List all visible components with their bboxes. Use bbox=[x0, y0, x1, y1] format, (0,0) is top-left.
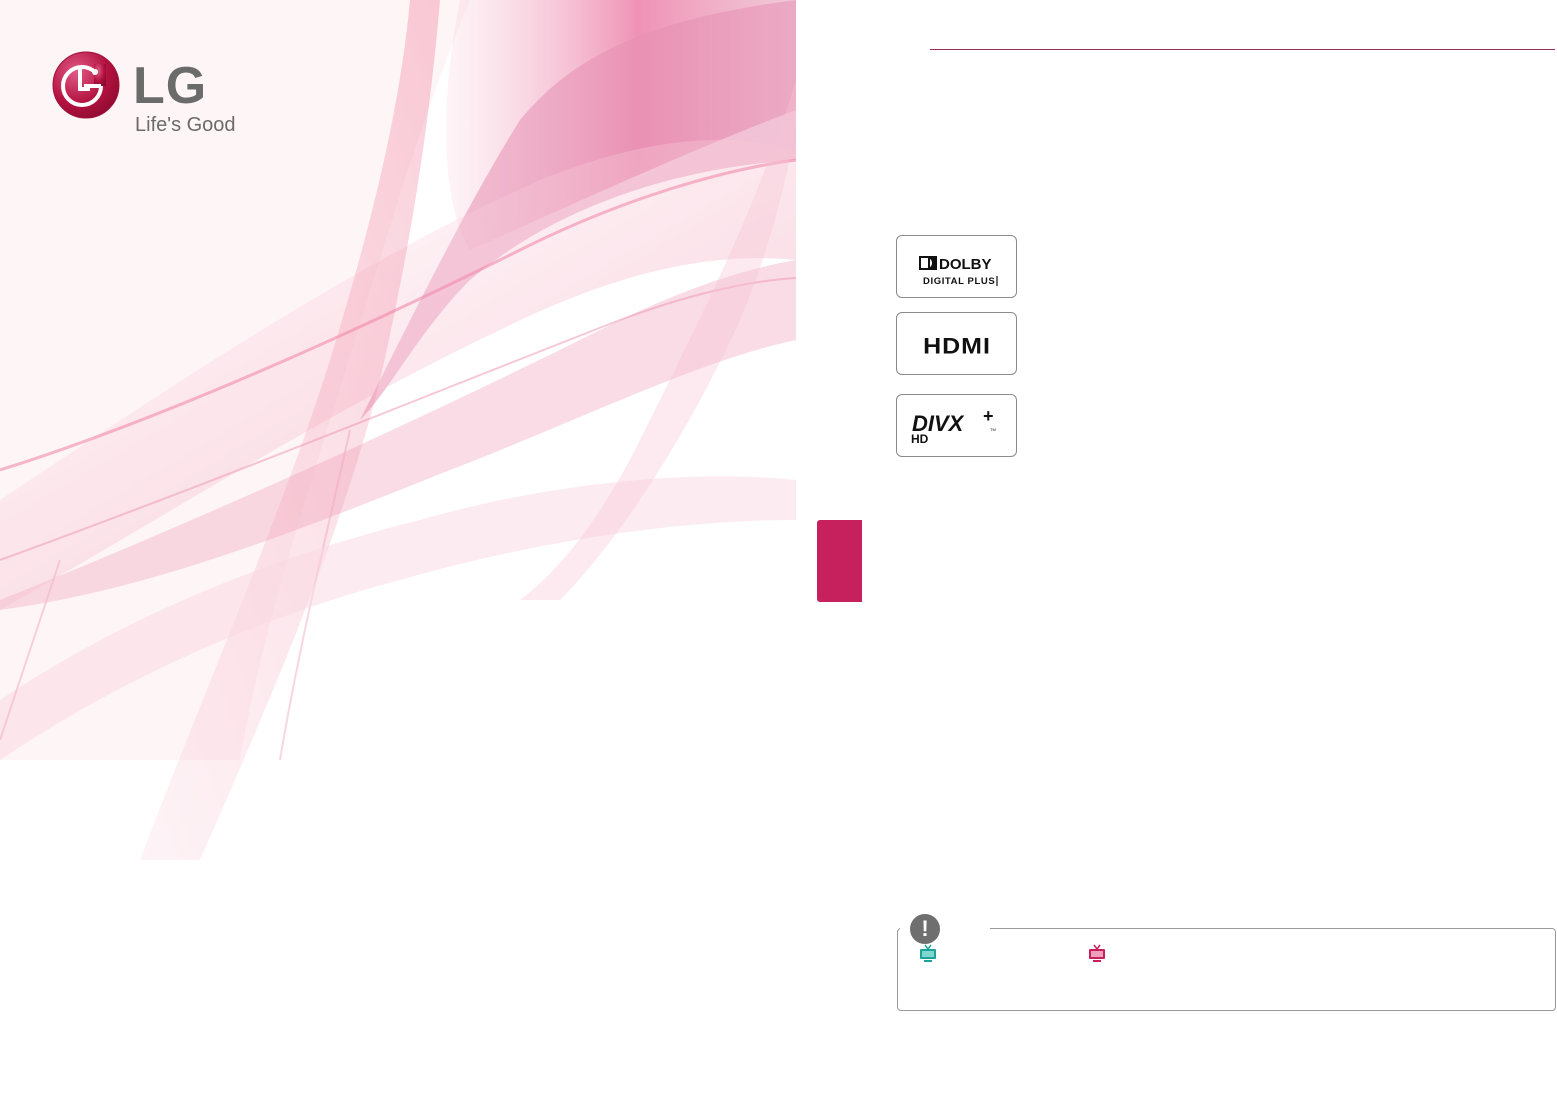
lg-wordmark: LG bbox=[133, 57, 208, 115]
svg-text:TM: TM bbox=[990, 427, 996, 432]
tv-pink-icon bbox=[1089, 944, 1105, 962]
lg-face-icon bbox=[52, 51, 120, 119]
divx-plus-hd-badge: DIVX + HD TM bbox=[896, 394, 1017, 457]
lg-logo: LG Life's Good bbox=[51, 50, 251, 140]
header-rule bbox=[930, 49, 1555, 50]
dolby-digital-plus-badge: DOLBY DIGITAL PLUS bbox=[896, 235, 1017, 298]
dolby-sub-text: DIGITAL PLUS bbox=[923, 276, 995, 287]
dolby-text: DOLBY bbox=[939, 256, 992, 273]
divx-logo-icon: DIVX + HD TM bbox=[911, 406, 996, 446]
pink-wave-background bbox=[0, 0, 796, 860]
cover-artwork: LG Life's Good bbox=[0, 0, 796, 1101]
hdmi-logo-icon: HDMI bbox=[923, 334, 991, 360]
lg-tagline: Life's Good bbox=[135, 114, 236, 136]
note-box bbox=[897, 928, 1556, 1011]
dolby-logo-icon: DOLBY DIGITAL PLUS bbox=[919, 256, 998, 287]
divx-hd-text: HD bbox=[911, 432, 929, 446]
tv-teal-icon bbox=[920, 944, 936, 962]
svg-text:+: + bbox=[983, 406, 994, 426]
exclamation-icon: ! bbox=[906, 910, 944, 948]
language-tab bbox=[817, 520, 862, 602]
hdmi-text: HDMI bbox=[923, 334, 991, 360]
hdmi-badge: HDMI bbox=[896, 312, 1017, 375]
